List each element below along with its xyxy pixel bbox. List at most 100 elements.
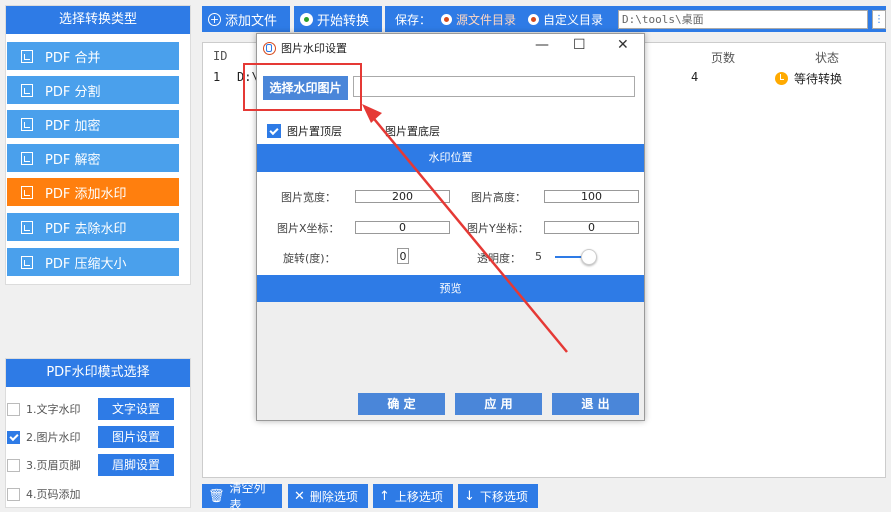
checkbox[interactable] (267, 124, 281, 138)
top-layer-label: 图片置顶层 (287, 125, 342, 138)
watermark-position-bar[interactable]: 水印位置 (257, 144, 644, 172)
text-settings-button[interactable]: 文字设置 (98, 398, 174, 420)
close-button[interactable]: ✕ (617, 37, 629, 53)
checkbox[interactable] (7, 402, 20, 416)
delete-item-button[interactable]: ✕ 删除选项 (288, 484, 368, 508)
pdf-icon (21, 220, 33, 234)
pdf-icon (21, 185, 33, 199)
mode-image-checkbox[interactable]: 2.图片水印 (7, 426, 81, 448)
trash-icon: 🗑 (208, 488, 225, 504)
checkbox[interactable] (365, 124, 379, 138)
row-id: 1 (213, 70, 221, 84)
watermark-mode-header: PDF水印模式选择 (6, 359, 190, 387)
opacity-slider-handle[interactable] (581, 249, 597, 265)
row-status: 等待转换 (775, 70, 842, 87)
custom-dir-radio[interactable] (528, 13, 540, 25)
type-label: PDF 合并 (45, 50, 101, 66)
column-header-pages: 页数 (711, 51, 736, 65)
pdf-icon (21, 83, 33, 97)
pdf-icon (21, 255, 33, 269)
bottom-layer-checkbox[interactable]: 图片置底层 (365, 123, 440, 139)
add-file-label: 添加文件 (225, 13, 278, 29)
apply-button[interactable]: 应 用 (455, 393, 542, 415)
width-input[interactable]: 200 (355, 190, 450, 203)
y-coord-input[interactable]: 0 (544, 221, 639, 234)
type-label: PDF 压缩大小 (45, 256, 127, 272)
height-label: 图片高度： (471, 191, 526, 204)
ok-button[interactable]: 确 定 (358, 393, 445, 415)
image-path-input[interactable] (353, 76, 635, 97)
start-convert-button[interactable]: 开始转换 (294, 6, 382, 32)
x-coord-label: 图片X坐标： (277, 222, 340, 235)
clear-list-button[interactable]: 🗑 清空列表 (202, 481, 282, 512)
width-label: 图片宽度： (281, 191, 336, 204)
column-header-id: ID (213, 49, 228, 63)
type-add-watermark-button[interactable]: PDF 添加水印 (7, 178, 179, 206)
image-settings-button[interactable]: 图片设置 (98, 426, 174, 448)
move-up-button[interactable]: ↑ 上移选项 (373, 484, 453, 508)
arrow-up-icon: ↑ (379, 488, 390, 504)
type-label: PDF 去除水印 (45, 221, 127, 237)
browse-path-button[interactable]: ⋮ (872, 10, 886, 29)
type-encrypt-button[interactable]: PDF 加密 (7, 110, 179, 138)
type-label: PDF 分割 (45, 84, 101, 100)
opacity-value: 5 (535, 250, 542, 263)
mode-page-number-checkbox[interactable]: 4.页码添加 (7, 483, 81, 505)
source-dir-label: 源文件目录 (456, 12, 517, 27)
status-text: 等待转换 (794, 72, 843, 86)
maximize-button[interactable]: ☐ (573, 37, 586, 53)
checkbox[interactable] (7, 487, 20, 501)
minimize-button[interactable]: — (535, 37, 549, 53)
mode-text-checkbox[interactable]: 1.文字水印 (7, 398, 81, 420)
move-down-button[interactable]: ↓ 下移选项 (458, 484, 538, 508)
rotate-input[interactable]: 0 (397, 248, 409, 264)
mode-header-footer-checkbox[interactable]: 3.页眉页脚 (7, 454, 81, 476)
rotate-label: 旋转(度)： (283, 252, 336, 265)
checkbox[interactable] (7, 430, 20, 444)
pdf-icon (21, 49, 33, 63)
add-file-button[interactable]: + 添加文件 (202, 6, 290, 32)
type-compress-button[interactable]: PDF 压缩大小 (7, 248, 179, 276)
close-icon: ✕ (294, 488, 305, 504)
type-merge-button[interactable]: PDF 合并 (7, 42, 179, 70)
type-label: PDF 解密 (45, 152, 101, 168)
height-input[interactable]: 100 (544, 190, 639, 203)
mode-label: 3.页眉页脚 (26, 459, 81, 472)
start-label: 开始转换 (317, 13, 370, 29)
pdf-icon (21, 151, 33, 165)
down-label: 下移选项 (479, 489, 528, 504)
mode-label: 1.文字水印 (26, 403, 81, 416)
dialog-title: 图片水印设置 (263, 40, 347, 56)
clear-label: 清空列表 (229, 481, 266, 512)
row-pages: 4 (691, 70, 699, 84)
preview-button[interactable]: 预览 (257, 275, 644, 303)
type-label: PDF 加密 (45, 118, 101, 134)
up-label: 上移选项 (394, 489, 443, 504)
header-footer-settings-button[interactable]: 眉脚设置 (98, 454, 174, 476)
app-logo-icon (263, 41, 276, 55)
checkbox[interactable] (7, 458, 20, 472)
type-label: PDF 添加水印 (45, 186, 127, 202)
type-split-button[interactable]: PDF 分割 (7, 76, 179, 104)
delete-label: 删除选项 (309, 489, 358, 504)
mode-label: 2.图片水印 (26, 431, 81, 444)
type-decrypt-button[interactable]: PDF 解密 (7, 144, 179, 172)
custom-dir-label: 自定义目录 (543, 12, 604, 27)
clock-icon (775, 72, 788, 85)
pdf-icon (21, 117, 33, 131)
top-layer-checkbox[interactable]: 图片置顶层 (267, 123, 342, 139)
arrow-down-icon: ↓ (464, 488, 475, 504)
conversion-type-header: 选择转换类型 (6, 6, 190, 34)
save-label: 保存： (395, 12, 432, 27)
source-dir-radio[interactable] (441, 13, 453, 25)
type-remove-watermark-button[interactable]: PDF 去除水印 (7, 213, 179, 241)
start-icon (300, 12, 313, 26)
opacity-label: 透明度： (477, 252, 521, 265)
bottom-layer-label: 图片置底层 (385, 125, 440, 138)
exit-button[interactable]: 退 出 (552, 393, 639, 415)
output-path-input[interactable]: D:\tools\桌面 (618, 10, 868, 29)
y-coord-label: 图片Y坐标： (467, 222, 529, 235)
column-header-status: 状态 (815, 51, 840, 65)
highlight-box (243, 63, 362, 111)
x-coord-input[interactable]: 0 (355, 221, 450, 234)
